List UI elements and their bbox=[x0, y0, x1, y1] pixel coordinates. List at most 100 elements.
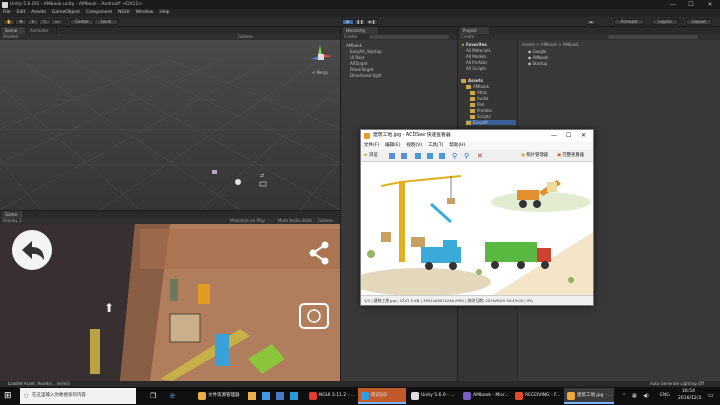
menu-gameobject[interactable]: GameObject bbox=[52, 9, 80, 17]
pause-button[interactable]: ❚❚ bbox=[354, 19, 366, 25]
hierarchy-item[interactable]: ARTarget bbox=[350, 61, 368, 66]
asset-folder[interactable]: Scripts bbox=[470, 114, 491, 119]
menu-component[interactable]: Component bbox=[86, 9, 112, 17]
hand-tool-button[interactable]: ✋ bbox=[3, 19, 15, 25]
taskbar-unity[interactable]: Unity 5.6.0 - ... bbox=[408, 388, 458, 404]
hierarchy-search-input[interactable] bbox=[369, 35, 449, 39]
move-tool-button[interactable]: ✥ bbox=[15, 19, 27, 25]
asset-folder[interactable]: Prefabs bbox=[470, 108, 492, 113]
favorites-header[interactable]: ★ Favorites bbox=[461, 42, 487, 47]
asset-folder-selected[interactable]: EasyAR bbox=[466, 120, 516, 125]
cloud-icon[interactable]: ☁ bbox=[586, 19, 596, 25]
tray-arrow-icon[interactable]: ⌃ bbox=[622, 391, 626, 401]
layers-dropdown[interactable]: Layers bbox=[652, 19, 678, 25]
app-icon[interactable] bbox=[276, 392, 284, 400]
orientation-gizmo-icon[interactable]: < Persp bbox=[308, 43, 338, 79]
project-search-input[interactable] bbox=[608, 35, 698, 39]
display-dropdown[interactable]: Display 1 bbox=[3, 218, 22, 223]
maximize-button[interactable]: ☐ bbox=[684, 0, 698, 9]
delete-icon[interactable]: ✕ bbox=[477, 151, 483, 161]
clock-time[interactable]: 16:54 bbox=[682, 389, 695, 395]
account-dropdown[interactable]: Account bbox=[614, 19, 644, 25]
shaded-dropdown[interactable]: Shaded bbox=[3, 34, 18, 39]
asset-folder[interactable]: Atlas bbox=[470, 90, 487, 95]
back-button[interactable] bbox=[10, 230, 54, 272]
volume-icon[interactable]: ◀) bbox=[643, 391, 649, 401]
full-viewer-button[interactable]: ▣ 完整查看器 bbox=[557, 151, 584, 161]
acdsee-browse-button[interactable]: ▰ 浏览 bbox=[364, 151, 378, 161]
zoom-in-icon[interactable]: ⚲ bbox=[452, 151, 457, 161]
camera-icon[interactable] bbox=[296, 301, 332, 331]
favorite-item[interactable]: All Models bbox=[466, 54, 486, 59]
notification-icon[interactable]: ▭ bbox=[708, 391, 714, 401]
task-view-icon[interactable]: ❐ bbox=[150, 391, 156, 401]
photo-manager-button[interactable]: ▣ 照片管理器 bbox=[521, 151, 548, 161]
prev-image-icon[interactable] bbox=[389, 153, 395, 159]
taskbar-ngui[interactable]: NGUI 3.11.2 - ... bbox=[306, 388, 356, 404]
acdsee-image-view[interactable] bbox=[361, 162, 593, 296]
local-toggle[interactable]: Local bbox=[94, 19, 118, 25]
project-file[interactable]: ◆ Startup bbox=[528, 61, 547, 66]
tab-game[interactable]: Game bbox=[2, 211, 24, 218]
app-icon[interactable] bbox=[248, 392, 256, 400]
minimize-button[interactable]: — bbox=[666, 0, 680, 9]
taskbar-qq[interactable]: 周记QQ bbox=[358, 388, 406, 404]
close-button[interactable]: ✕ bbox=[703, 0, 717, 9]
edge-browser-icon[interactable]: e bbox=[170, 391, 175, 401]
hierarchy-create-button[interactable]: Create bbox=[344, 34, 357, 39]
assets-header[interactable]: Assets bbox=[461, 78, 483, 83]
status-message[interactable]: Loaded Asset: Assets/... (error) bbox=[8, 381, 70, 386]
tab-hierarchy[interactable]: Hierarchy bbox=[343, 27, 379, 34]
hierarchy-item[interactable]: EasyAR_Startup bbox=[350, 49, 382, 54]
acdsee-menu-view[interactable]: 视图(V) bbox=[406, 142, 422, 150]
clock-date[interactable]: 2016/12/3 bbox=[678, 396, 701, 402]
hierarchy-item[interactable]: PlaneTarget bbox=[350, 67, 373, 72]
project-file[interactable]: ◆ AMbook bbox=[528, 55, 548, 60]
zoom-out-icon[interactable]: ⚲ bbox=[464, 151, 469, 161]
pivot-toggle[interactable]: Center bbox=[70, 19, 94, 25]
project-create-button[interactable]: Create bbox=[461, 34, 474, 39]
menu-ngui[interactable]: NGUI bbox=[118, 9, 129, 17]
menu-file[interactable]: File bbox=[3, 9, 11, 17]
asset-folder[interactable]: Pad bbox=[470, 102, 484, 107]
rotate-left-icon[interactable] bbox=[415, 153, 421, 159]
share-icon[interactable] bbox=[296, 235, 336, 271]
asset-folder[interactable]: AMbook bbox=[466, 84, 489, 89]
rotate-right-icon[interactable] bbox=[427, 153, 433, 159]
asset-folder[interactable]: Audio bbox=[470, 96, 488, 101]
menu-edit[interactable]: Edit bbox=[17, 9, 26, 17]
hierarchy-item[interactable]: Directional light bbox=[350, 73, 382, 78]
favorite-item[interactable]: All Scripts bbox=[466, 66, 486, 71]
taskbar-search-box[interactable]: ○ 在这里输入你要搜索的内容 bbox=[20, 388, 136, 404]
play-button[interactable]: ▶ bbox=[342, 19, 354, 25]
acdsee-menu-file[interactable]: 文件(F) bbox=[364, 142, 379, 150]
fit-icon[interactable] bbox=[439, 153, 445, 159]
app-icon[interactable] bbox=[290, 392, 298, 400]
app-icon[interactable] bbox=[262, 392, 270, 400]
windows-start-icon[interactable]: ⊞ bbox=[4, 391, 14, 401]
favorite-item[interactable]: All Prefabs bbox=[466, 60, 487, 65]
taskbar-receiving[interactable]: RECEIVING - F... bbox=[512, 388, 562, 404]
taskbar-visual-studio[interactable]: AMbook - Micr... bbox=[460, 388, 510, 404]
scale-tool-button[interactable]: ⤡ bbox=[39, 19, 51, 25]
favorite-item[interactable]: All Materials bbox=[466, 48, 491, 53]
rect-tool-button[interactable]: ▭ bbox=[51, 19, 63, 25]
tab-animator[interactable]: Animator bbox=[27, 27, 57, 34]
acdsee-menu-help[interactable]: 帮助(H) bbox=[449, 142, 465, 150]
taskbar-acdsee[interactable]: 建筑工地.jpg - ... bbox=[564, 388, 614, 404]
acdsee-close-button[interactable]: ✕ bbox=[581, 130, 586, 142]
menu-help[interactable]: Help bbox=[159, 9, 169, 17]
language-indicator[interactable]: ENG bbox=[660, 391, 670, 401]
menu-assets[interactable]: Assets bbox=[31, 9, 46, 17]
layout-dropdown[interactable]: Layout bbox=[686, 19, 712, 25]
acdsee-maximize-button[interactable]: ☐ bbox=[566, 130, 571, 142]
rotate-tool-button[interactable]: ↻ bbox=[27, 19, 39, 25]
acdsee-minimize-button[interactable]: — bbox=[551, 130, 557, 142]
taskbar-explorer[interactable]: 文件资源管理器 bbox=[195, 388, 243, 404]
project-file[interactable]: ◆ Google bbox=[528, 49, 546, 54]
tab-scene[interactable]: Scene bbox=[2, 27, 26, 34]
menu-window[interactable]: Window bbox=[136, 9, 154, 17]
acdsee-menu-tools[interactable]: 工具(T) bbox=[428, 142, 443, 150]
acdsee-menu-edit[interactable]: 编辑(E) bbox=[385, 142, 400, 150]
hierarchy-item[interactable]: UI Root bbox=[350, 55, 364, 60]
